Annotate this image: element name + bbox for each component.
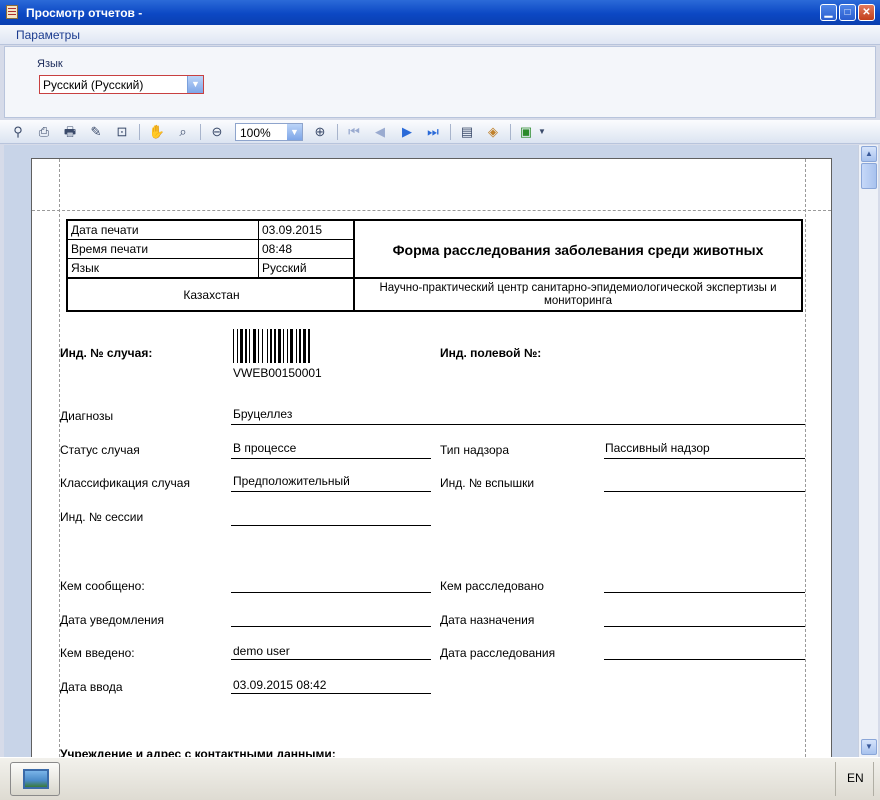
language-label: Язык	[37, 58, 63, 70]
surveillance-type-value: Пассивный надзор	[605, 441, 710, 455]
field-id-label: Инд. полевой №:	[440, 346, 542, 360]
picture-icon	[23, 769, 49, 789]
scroll-down-icon[interactable]: ▼	[861, 739, 877, 755]
surveillance-type-label: Тип надзора	[440, 443, 510, 457]
outbreak-id-label: Инд. № вспышки	[440, 476, 535, 490]
maximize-button[interactable]: □	[839, 4, 856, 21]
print-date-label: Дата печати	[71, 223, 139, 237]
entered-by-label: Кем введено:	[60, 646, 135, 660]
case-status-label: Статус случая	[60, 443, 140, 457]
margin-guide	[59, 159, 60, 757]
scale-icon[interactable]: ⊡	[113, 123, 131, 141]
menu-parameters[interactable]: Параметры	[16, 28, 80, 42]
diagnosis-value: Бруцеллез	[233, 407, 293, 421]
report-header-table: Дата печати 03.09.2015 Время печати 08:4…	[66, 219, 803, 312]
toolbar-separator	[510, 124, 511, 140]
find-icon[interactable]: ⚲	[9, 123, 27, 141]
chevron-down-icon[interactable]: ▼	[287, 124, 302, 140]
diagnosis-label: Диагнозы	[60, 409, 114, 423]
color-fill-icon[interactable]: ◈	[484, 123, 502, 141]
institution-label: Учреждение и адрес с контактными данными…	[60, 747, 336, 757]
chevron-down-icon[interactable]: ▼	[187, 76, 203, 93]
zoom-out-icon[interactable]: ⊖	[208, 123, 226, 141]
title-bar: Просмотр отчетов - ▁ □ ✕	[0, 0, 880, 25]
window-title: Просмотр отчетов -	[26, 6, 143, 20]
multiple-pages-icon[interactable]: ▤	[458, 123, 476, 141]
language-select[interactable]: Русский (Русский) ▼	[39, 75, 204, 94]
taskbar-app-button[interactable]	[10, 762, 60, 796]
print-date-value: 03.09.2015	[262, 223, 323, 237]
tray-separator	[835, 762, 836, 796]
barcode	[233, 329, 365, 363]
next-page-icon[interactable]: ▶	[398, 123, 416, 141]
assignment-date-label: Дата назначения	[440, 613, 535, 627]
report-language-label: Язык	[71, 261, 100, 275]
magnifier-icon[interactable]: ⌕	[174, 123, 192, 141]
country-name: Казахстан	[183, 287, 240, 302]
report-page: Дата печати 03.09.2015 Время печати 08:4…	[31, 158, 832, 757]
toolbar-separator	[337, 124, 338, 140]
zoom-select[interactable]: 100% ▼	[235, 123, 303, 141]
print-icon[interactable]: 🖶	[61, 123, 79, 141]
session-id-label: Инд. № сессии	[60, 510, 144, 524]
close-button[interactable]: ✕	[858, 4, 875, 21]
report-language-value: Русский	[262, 261, 307, 275]
margin-guide	[32, 210, 831, 211]
scroll-up-icon[interactable]: ▲	[861, 146, 877, 162]
parameters-panel: Язык Русский (Русский) ▼	[4, 46, 876, 118]
input-language-indicator[interactable]: EN	[847, 771, 864, 785]
toolbar-separator	[450, 124, 451, 140]
case-classification-label: Классификация случая	[60, 476, 190, 490]
case-classification-value: Предположительный	[233, 474, 350, 488]
menu-bar: Параметры	[0, 25, 880, 45]
organization-name: Научно-практический центр санитарно-эпид…	[379, 281, 777, 307]
reported-by-label: Кем сообщено:	[60, 579, 145, 593]
language-select-value: Русский (Русский)	[43, 78, 144, 92]
toolbar-separator	[200, 124, 201, 140]
zoom-in-icon[interactable]: ⊕	[311, 123, 329, 141]
print-time-value: 08:48	[262, 242, 293, 256]
entry-date-label: Дата ввода	[60, 680, 123, 694]
print-time-label: Время печати	[71, 242, 149, 256]
zoom-value: 100%	[240, 126, 271, 140]
page-setup-icon[interactable]: ✎	[87, 123, 105, 141]
previous-page-icon[interactable]: ◀	[371, 123, 389, 141]
report-app-icon	[6, 5, 18, 19]
report-viewer: Дата печати 03.09.2015 Время печати 08:4…	[4, 145, 858, 757]
taskbar: EN	[0, 757, 880, 800]
chevron-down-icon[interactable]: ▼	[537, 123, 547, 141]
entry-date-value: 03.09.2015 08:42	[233, 678, 327, 692]
entered-by-value: demo user	[233, 644, 290, 658]
hand-tool-icon[interactable]: ✋	[148, 123, 166, 141]
margin-guide	[805, 159, 806, 757]
scroll-thumb[interactable]	[861, 163, 877, 189]
investigated-by-label: Кем расследовано	[440, 579, 544, 593]
minimize-button[interactable]: ▁	[820, 4, 837, 21]
barcode-text: VWEB00150001	[233, 366, 322, 380]
first-page-icon[interactable]: ⏮	[345, 123, 363, 141]
case-id-label: Инд. № случая:	[60, 346, 153, 360]
print-setup-icon[interactable]: ⎙	[35, 123, 53, 141]
notification-date-label: Дата уведомления	[60, 613, 164, 627]
tray-separator	[873, 762, 874, 796]
toolbar-separator	[139, 124, 140, 140]
investigation-date-label: Дата расследования	[440, 646, 556, 660]
report-toolbar: ⚲ ⎙ 🖶 ✎ ⊡ ✋ ⌕ ⊖ 100% ▼ ⊕ ⏮ ◀ ▶ ⏭ ▤ ◈ ▣ ▼	[0, 120, 880, 144]
case-status-value: В процессе	[233, 441, 297, 455]
form-title: Форма расследования заболевания среди жи…	[392, 242, 764, 258]
export-icon[interactable]: ▣	[517, 123, 535, 141]
last-page-icon[interactable]: ⏭	[424, 123, 442, 141]
vertical-scrollbar[interactable]: ▲ ▼	[858, 145, 878, 757]
